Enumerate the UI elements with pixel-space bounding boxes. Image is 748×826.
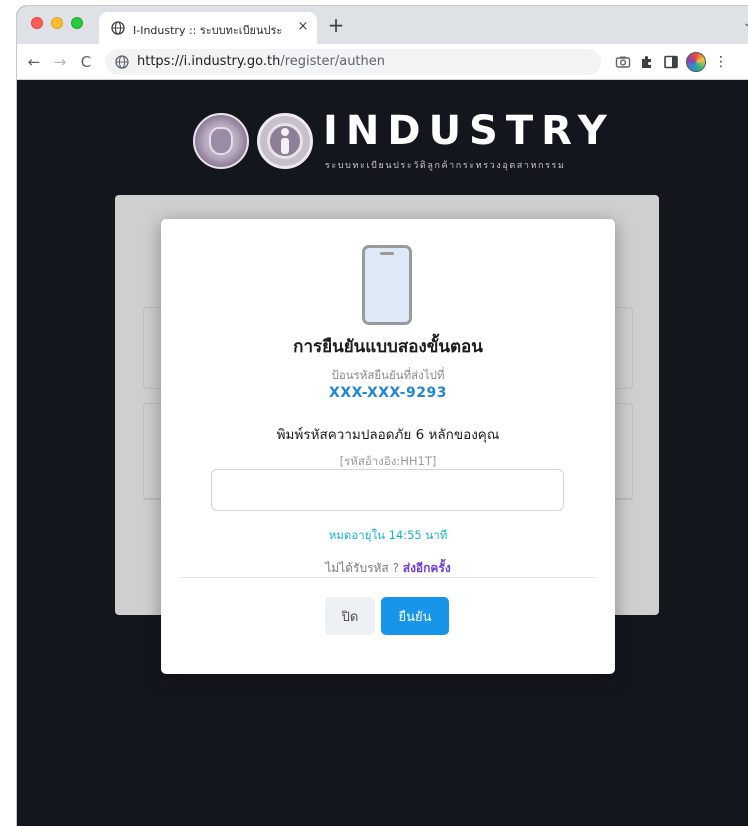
profile-avatar[interactable] xyxy=(686,52,706,72)
ministry-seal-icon xyxy=(193,113,249,169)
reload-button[interactable]: C xyxy=(77,53,95,71)
resend-row: ไม่ได้รับรหัส ? ส่งอีกครั้ง xyxy=(161,559,615,578)
side-panel-icon[interactable] xyxy=(663,54,679,70)
browser-toolbar: ← → C https://i.industry.go.th/register/… xyxy=(17,44,748,80)
url-path: /register/authen xyxy=(280,54,386,69)
globe-icon xyxy=(111,21,125,35)
site-logo: INDUSTRY ระบบทะเบียนประวัติลูกค้ากระทรวง… xyxy=(193,109,607,179)
modal-divider xyxy=(181,577,595,578)
tab-close-icon[interactable]: × xyxy=(295,19,311,35)
expiry-timer: หมดอายุใน 14:55 นาที xyxy=(328,528,448,542)
tab-strip: I-Industry :: ระบบทะเบียนประวัติลู × + ⌄ xyxy=(17,6,748,44)
url-text[interactable]: https://i.industry.go.th/register/authen xyxy=(137,54,385,69)
back-button[interactable]: ← xyxy=(25,53,43,71)
otp-prompt: พิมพ์รหัสความปลอดภัย 6 หลักของคุณ xyxy=(276,427,500,443)
new-tab-button[interactable]: + xyxy=(327,15,345,35)
zoom-window-button[interactable] xyxy=(71,17,83,29)
two-factor-modal: การยืนยันแบบสองขั้นตอน ป้อนรหัสยืนยันที่… xyxy=(161,219,615,674)
forward-button[interactable]: → xyxy=(51,53,69,71)
modal-title: การยืนยันแบบสองขั้นตอน xyxy=(293,337,483,357)
logo-wordmark: INDUSTRY xyxy=(323,108,615,154)
url-host: https://i.industry.go.th xyxy=(137,54,281,69)
resend-prompt: ไม่ได้รับรหัส ? xyxy=(325,561,403,575)
browser-tab[interactable]: I-Industry :: ระบบทะเบียนประวัติลู × xyxy=(99,12,317,44)
camera-icon[interactable] xyxy=(615,54,631,70)
close-window-button[interactable] xyxy=(31,17,43,29)
resend-link[interactable]: ส่งอีกครั้ง xyxy=(403,561,451,575)
industry-emblem-icon xyxy=(257,113,313,169)
address-bar[interactable]: https://i.industry.go.th/register/authen xyxy=(105,49,601,75)
masked-phone-number: XXX-XXX-9293 xyxy=(329,385,447,401)
confirm-button[interactable]: ยืนยัน xyxy=(381,597,449,635)
tab-title: I-Industry :: ระบบทะเบียนประวัติลู xyxy=(133,24,283,37)
otp-input[interactable] xyxy=(211,469,564,511)
browser-window: I-Industry :: ระบบทะเบียนประวัติลู × + ⌄… xyxy=(17,6,748,826)
smartphone-icon xyxy=(362,245,412,325)
extensions-puzzle-icon[interactable] xyxy=(639,54,655,70)
page-content: INDUSTRY ระบบทะเบียนประวัติลูกค้ากระทรวง… xyxy=(17,81,748,826)
modal-subtitle: ป้อนรหัสยืนยันที่ส่งไปที่ xyxy=(331,368,445,382)
logo-subtitle: ระบบทะเบียนประวัติลูกค้ากระทรวงอุตสาหกรร… xyxy=(325,161,566,171)
chevron-down-icon[interactable]: ⌄ xyxy=(743,18,748,29)
minimize-window-button[interactable] xyxy=(51,17,63,29)
more-menu-icon[interactable]: ⋮ xyxy=(713,54,729,70)
close-button[interactable]: ปิด xyxy=(325,597,375,635)
site-info-icon[interactable] xyxy=(115,55,129,69)
